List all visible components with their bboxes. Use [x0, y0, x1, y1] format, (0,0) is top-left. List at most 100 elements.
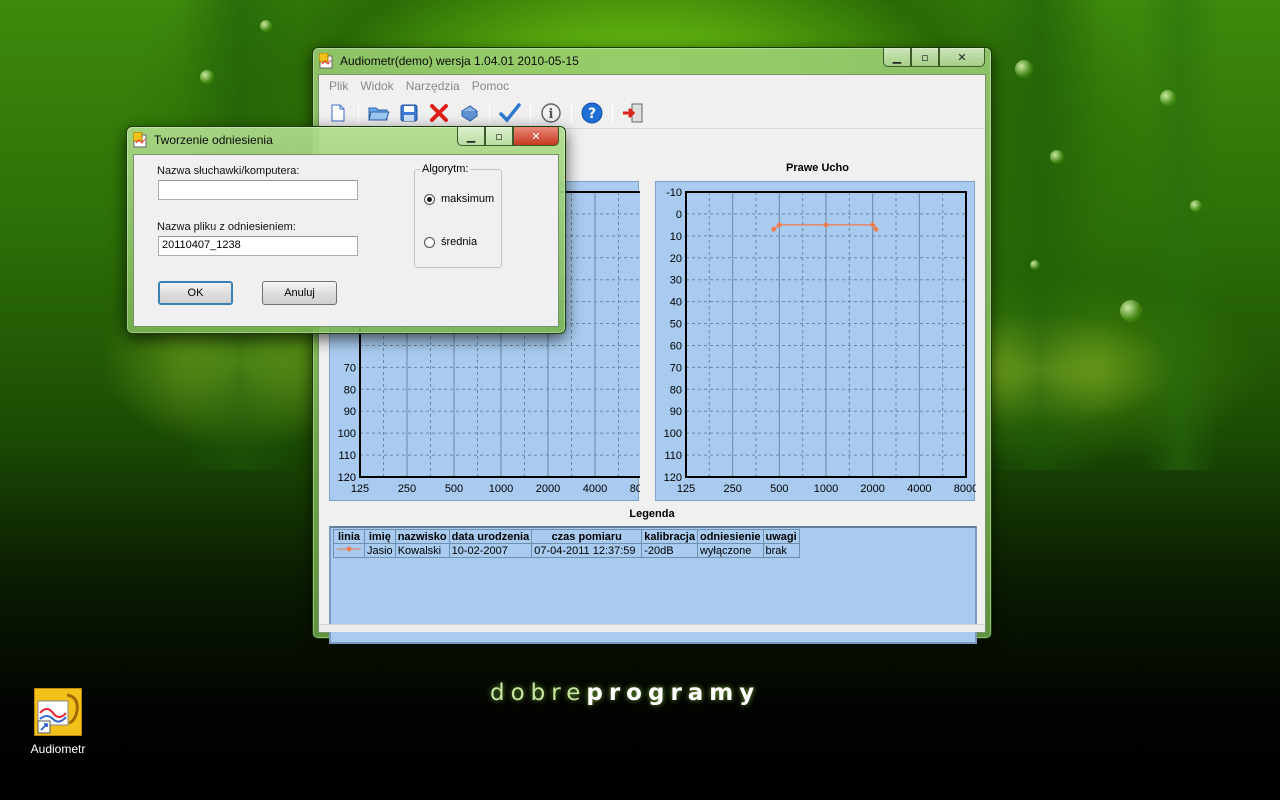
y-tick-label: 90 — [670, 406, 682, 418]
headphone-name-input[interactable] — [158, 180, 358, 200]
dialog-maximize-button[interactable]: ▫ — [485, 127, 513, 146]
col-linia: linia — [333, 529, 365, 544]
y-tick-label: 120 — [338, 472, 356, 484]
info-icon: i — [541, 102, 561, 123]
toolbar-separator — [612, 101, 613, 124]
print-icon — [461, 104, 478, 122]
minimize-icon: ▁ — [892, 50, 902, 64]
close-button[interactable]: ✕ — [939, 48, 985, 67]
radio-srednia-button[interactable] — [424, 236, 435, 248]
toolbar-separator — [358, 101, 359, 124]
save-button[interactable] — [396, 100, 422, 126]
check-button[interactable] — [497, 100, 523, 126]
y-tick-label: 120 — [664, 472, 682, 484]
minimize-button[interactable]: ▁ — [883, 48, 911, 67]
table-row[interactable]: Jasio Kowalski 10-02-2007 07-04-2011 12:… — [333, 543, 800, 558]
maximize-icon: ▫ — [495, 129, 503, 143]
cell-odniesienie: wyłączone — [696, 543, 764, 558]
maximize-button[interactable]: ▫ — [911, 48, 939, 67]
toolbar-separator — [530, 101, 531, 124]
right-ear-chart-title: Prawe Ucho — [786, 162, 849, 174]
y-tick-label: 0 — [676, 209, 682, 221]
menu-narzedzia[interactable]: Narzędzia — [400, 79, 466, 93]
new-file-button[interactable] — [325, 100, 351, 126]
reference-file-input[interactable]: 20110407_1238 — [158, 236, 358, 256]
legend-table: linia imię nazwisko data urodzenia czas … — [333, 529, 800, 558]
desktop-shortcut-audiometr[interactable]: Audiometr — [18, 688, 98, 756]
menu-plik[interactable]: Plik — [323, 79, 354, 93]
wallpaper-bubble — [260, 20, 272, 32]
x-tick-label: 250 — [723, 483, 741, 495]
desktop-icon-label: Audiometr — [30, 742, 86, 756]
col-odniesienie: odniesienie — [696, 529, 764, 544]
ok-button[interactable]: OK — [158, 281, 233, 305]
cell-kalibracja: -20dB — [641, 543, 698, 558]
svg-text:i: i — [549, 107, 554, 122]
radio-maksimum-button[interactable] — [424, 193, 435, 205]
cell-nazwisko: Kowalski — [394, 543, 450, 558]
radio-maksimum[interactable]: maksimum — [424, 193, 494, 205]
dialog-close-button[interactable]: ✕ — [513, 127, 559, 146]
check-icon — [499, 102, 521, 123]
main-titlebar[interactable]: Audiometr(demo) wersja 1.04.01 2010-05-1… — [313, 48, 991, 74]
audiometr-app-icon — [34, 688, 82, 736]
x-tick-label: 4000 — [907, 483, 931, 495]
dialog-caption-buttons: ▁ ▫ ✕ — [457, 127, 559, 146]
y-tick-label: 50 — [670, 319, 682, 331]
info-button[interactable]: i — [538, 100, 564, 126]
exit-button[interactable] — [620, 100, 646, 126]
open-button[interactable] — [366, 100, 392, 126]
dialog-title: Tworzenie odniesienia — [154, 133, 273, 147]
x-tick-label: 8000 — [954, 483, 976, 495]
y-tick-label: 100 — [338, 428, 356, 440]
x-tick-label: 2000 — [860, 483, 884, 495]
close-icon: ✕ — [957, 50, 967, 64]
x-tick-label: 500 — [445, 483, 463, 495]
radio-maksimum-label: maksimum — [441, 193, 495, 205]
y-tick-label: 70 — [344, 362, 356, 374]
menu-widok[interactable]: Widok — [354, 79, 399, 93]
save-icon — [400, 104, 418, 121]
wallpaper-bubble — [1120, 300, 1142, 322]
algorithm-group: Algorytm: maksimum średnia — [414, 163, 502, 268]
y-tick-label: 60 — [670, 340, 682, 352]
cell-imie: Jasio — [364, 543, 396, 558]
menu-pomoc[interactable]: Pomoc — [466, 79, 515, 93]
help-icon: ? — [581, 102, 603, 123]
series-line-icon — [337, 546, 361, 552]
wallpaper-bubble — [1030, 260, 1040, 270]
maximize-icon: ▫ — [921, 50, 929, 64]
wallpaper-bubble — [1190, 200, 1202, 212]
toolbar-separator — [571, 101, 572, 124]
y-tick-label: -10 — [666, 187, 682, 199]
x-tick-label: 1000 — [489, 483, 513, 495]
y-tick-label: 110 — [664, 450, 682, 462]
col-imie: imię — [364, 529, 396, 544]
statusbar — [319, 624, 985, 632]
help-button[interactable]: ? — [579, 100, 605, 126]
x-tick-label: 1000 — [814, 483, 838, 495]
radio-srednia[interactable]: średnia — [424, 236, 477, 248]
minimize-icon: ▁ — [466, 129, 476, 143]
brand-light: dobre — [490, 680, 587, 706]
wallpaper-bubble — [200, 70, 214, 84]
cancel-button[interactable]: Anuluj — [262, 281, 337, 305]
close-icon: ✕ — [531, 129, 541, 143]
y-tick-label: 80 — [344, 384, 356, 396]
dialog-client: Nazwa słuchawki/komputera: Nazwa pliku z… — [133, 154, 559, 327]
y-tick-label: 10 — [670, 231, 682, 243]
dialog-app-icon — [133, 132, 147, 148]
legend-header-row: linia imię nazwisko data urodzenia czas … — [333, 529, 800, 544]
radio-srednia-label: średnia — [441, 236, 478, 248]
toolbar: i ? — [319, 97, 985, 129]
main-caption-buttons: ▁ ▫ ✕ — [883, 48, 985, 67]
x-tick-label: 8000 — [630, 483, 640, 495]
x-tick-label: 125 — [351, 483, 369, 495]
print-button[interactable] — [456, 100, 482, 126]
dialog-minimize-button[interactable]: ▁ — [457, 127, 485, 146]
wallpaper-column — [1140, 0, 1220, 470]
delete-button[interactable] — [426, 100, 452, 126]
wallpaper-brand: dobreprogramy — [490, 680, 760, 706]
y-tick-label: 100 — [664, 428, 682, 440]
right-ear-chart-svg: 125 250 500 1000 2000 4000 8000 -10 0 10 20 30 40 50 6… — [664, 187, 976, 495]
